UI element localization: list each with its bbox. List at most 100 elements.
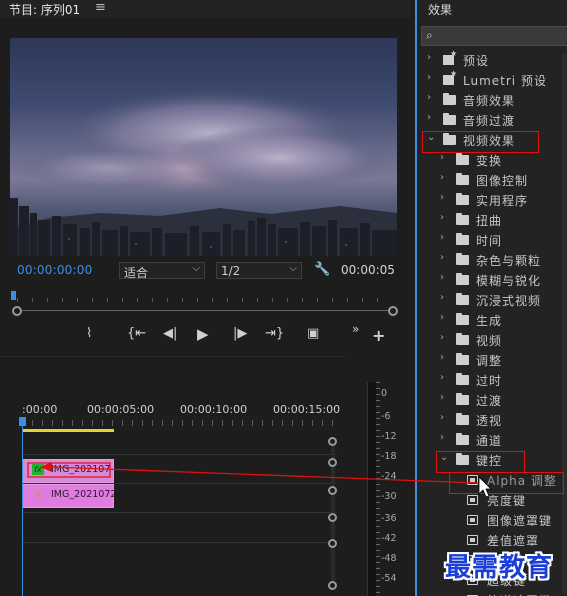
effects-panel-title[interactable]: 效果 [428,1,452,18]
effects-tree-item[interactable]: › 调整 [417,350,567,370]
scroll-handle-top[interactable] [328,437,337,446]
folder-icon [456,253,469,265]
scrub-ticks [17,298,391,302]
chevron-right-icon[interactable]: › [440,432,444,443]
scroll-handle[interactable] [328,539,337,548]
chevron-down-icon: ⌵ [192,263,200,274]
effects-tree-item[interactable]: › 音频过渡 [417,110,567,130]
effects-tree-item[interactable]: 轨道遮罩键 [417,590,567,596]
effects-tree-item[interactable]: › 实用程序 [417,190,567,210]
scroll-handle[interactable] [328,458,337,467]
chevron-right-icon[interactable]: › [440,392,444,403]
program-video-frame[interactable] [10,38,397,256]
monitor-playhead[interactable] [11,291,16,300]
go-to-in-icon[interactable]: {⇤ [127,326,146,342]
effects-tree-label: 图像遮罩键 [487,514,553,528]
monitor-zoom-bar[interactable] [12,306,398,316]
effects-tree-item[interactable]: › 过渡 [417,390,567,410]
playback-resolution-select[interactable]: 1/2 ⌵ [216,262,302,279]
effects-tree-item[interactable]: › 通道 [417,430,567,450]
effects-tree-label: 通道 [476,434,503,448]
step-back-icon[interactable]: ◀| [163,326,177,342]
chevron-right-icon[interactable]: › [427,112,431,123]
chevron-right-icon[interactable]: › [440,212,444,223]
chevron-right-icon[interactable]: › [440,252,444,263]
fit-select[interactable]: 适合 ⌵ [119,262,205,280]
go-to-out-icon[interactable]: ⇥} [265,326,284,342]
more-icon[interactable]: » [352,321,359,337]
wrench-icon[interactable]: 🔧 [314,262,330,277]
effects-tree-item[interactable]: › 音频效果 [417,90,567,110]
current-timecode[interactable]: 00:00:00:00 [17,263,92,277]
effects-tree-item[interactable]: › 杂色与颗粒 [417,250,567,270]
chevron-right-icon[interactable]: › [440,272,444,283]
scroll-handle[interactable] [328,513,337,522]
hamburger-menu-icon[interactable]: ≡ [95,0,106,15]
timeline-playhead[interactable] [19,417,26,426]
zoom-right-handle[interactable] [388,306,398,316]
chevron-right-icon[interactable]: › [440,172,444,183]
effects-tree-label: 亮度键 [487,494,527,508]
mark-in-icon[interactable]: ⌇ [86,326,92,342]
effects-tree-label: 音频过渡 [463,114,516,128]
effects-tree-item[interactable]: › 生成 [417,310,567,330]
effects-search-input[interactable]: ⌕ [421,26,567,46]
effects-tree-item[interactable]: › Lumetri 预设 [417,69,567,90]
effects-tree-label: 模糊与锐化 [476,274,542,288]
folder-icon [456,373,469,385]
chevron-right-icon[interactable]: › [440,312,444,323]
playhead-scrub-bar[interactable] [11,290,397,304]
effects-tree-item[interactable]: › 过时 [417,370,567,390]
meter-label: -30 [381,491,397,502]
effects-tree-item[interactable]: › 时间 [417,230,567,250]
timeline-ruler[interactable]: :00:00 00:00:05:00 00:00:10:00 00:00:15:… [20,403,340,427]
chevron-right-icon[interactable]: › [440,372,444,383]
fx-badge-icon: fx [32,464,44,475]
effects-tree-item[interactable]: › 图像控制 [417,170,567,190]
effects-tree-label: 图像控制 [476,174,529,188]
meter-label: 0 [381,388,388,399]
zoom-left-handle[interactable] [12,306,22,316]
effects-tree-item[interactable]: › 变换 [417,150,567,170]
meter-label: -42 [381,533,397,544]
work-area-bar[interactable] [22,429,114,432]
audio-meter-ticks [376,382,380,596]
video-clip[interactable]: fx IMG_202107 [22,459,114,483]
chevron-right-icon[interactable]: › [440,292,444,303]
scroll-handle[interactable] [328,486,337,495]
add-icon[interactable]: + [372,328,385,344]
chevron-right-icon[interactable]: › [440,192,444,203]
chevron-right-icon[interactable]: › [440,412,444,423]
effects-tree-item[interactable]: › 沉浸式视频 [417,290,567,310]
chevron-right-icon[interactable]: › [440,332,444,343]
clip-name: IMG_202107 [51,464,111,475]
effects-tree-item[interactable]: › 模糊与锐化 [417,270,567,290]
program-monitor-title[interactable]: 节目: 序列01 [9,1,80,18]
folder-icon [456,353,469,365]
export-frame-icon[interactable]: ▣ [307,326,319,342]
effects-scrollbar[interactable] [562,54,567,594]
play-icon[interactable]: ▶ [197,326,209,342]
effects-tree-item[interactable]: › 扭曲 [417,210,567,230]
program-monitor-header: 节目: 序列01 ≡ [0,0,411,18]
scroll-handle-bottom[interactable] [328,581,337,590]
chevron-right-icon[interactable]: › [440,152,444,163]
meter-label: -12 [381,431,397,442]
effects-tree-label: 变换 [476,154,503,168]
meter-label: -6 [381,411,391,422]
chevron-right-icon[interactable]: › [427,72,431,83]
chevron-right-icon[interactable]: › [427,92,431,103]
effects-tree-item[interactable]: 图像遮罩键 [417,510,567,530]
ruler-label: 00:00:10:00 [180,403,248,416]
chevron-right-icon[interactable]: › [440,352,444,363]
step-forward-icon[interactable]: |▶ [233,326,247,342]
effects-tree-item[interactable]: › 预设 [417,49,567,70]
effect-icon [467,495,478,505]
audio-clip[interactable]: fx IMG_2021072 [22,484,116,508]
folder-icon [456,393,469,405]
transport-controls: ⌇ {⇤ ◀| ▶ |▶ ⇥} ▣ » + [0,321,411,346]
chevron-right-icon[interactable]: › [440,232,444,243]
chevron-right-icon[interactable]: › [427,52,431,63]
effects-tree-item[interactable]: › 透视 [417,410,567,430]
effects-tree-item[interactable]: › 视频 [417,330,567,350]
